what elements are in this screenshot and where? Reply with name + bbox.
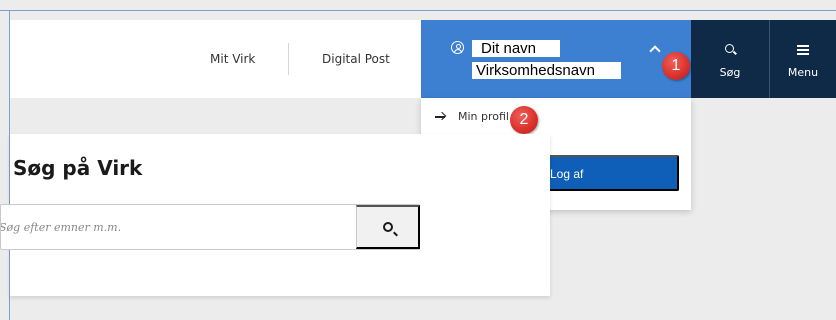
company-name: Virksomhedsnavn	[472, 62, 621, 79]
search-button-label: Søg	[719, 66, 741, 79]
arrow-right-icon	[435, 116, 445, 118]
nav-link-mit-virk[interactable]: Mit Virk	[210, 20, 255, 98]
chevron-up-icon[interactable]	[649, 45, 661, 57]
search-button[interactable]: Søg	[691, 20, 769, 98]
search-title: Søg på Virk	[13, 156, 143, 180]
search-input[interactable]	[1, 205, 357, 249]
profile-link-label: Min profil	[458, 110, 509, 123]
search-card: Søg på Virk	[0, 134, 550, 296]
logout-label: Log af	[550, 167, 584, 181]
nav-link-digital-post[interactable]: Digital Post	[322, 20, 390, 98]
nav-divider	[288, 43, 289, 75]
frame-border-top	[0, 10, 836, 11]
annotation-badge-1: 1	[662, 52, 690, 80]
user-circle-icon	[451, 41, 464, 54]
user-name: Dit navn	[472, 40, 560, 57]
magnifier-icon	[383, 222, 393, 232]
search-field	[0, 204, 420, 250]
menu-icon	[797, 45, 809, 55]
user-menu-toggle[interactable]: Dit navn Virksomhedsnavn	[421, 20, 691, 98]
search-icon	[725, 44, 734, 53]
menu-button[interactable]: Menu	[770, 20, 836, 98]
search-submit-button[interactable]	[356, 205, 420, 249]
menu-button-label: Menu	[787, 66, 819, 79]
annotation-badge-2: 2	[510, 106, 538, 134]
